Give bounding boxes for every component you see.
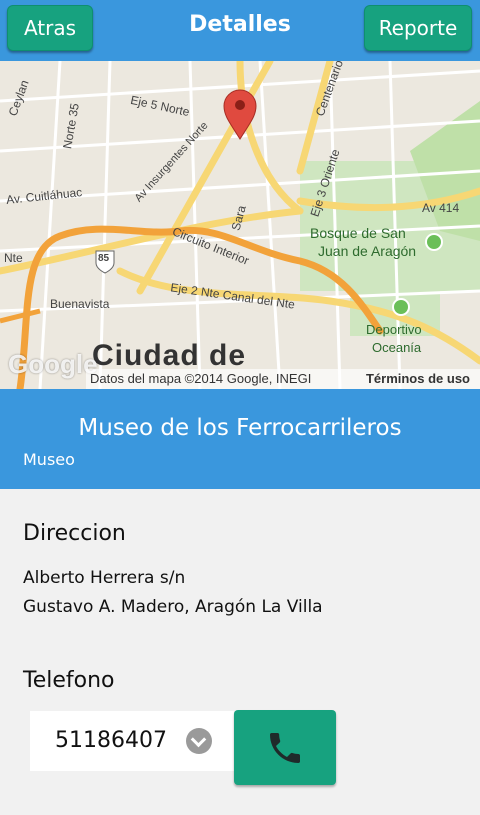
address-line-2: Gustavo A. Madero, Aragón La Villa xyxy=(23,597,323,617)
top-bar: Atras Detalles Reporte xyxy=(0,0,480,61)
phone-number: 51186407 xyxy=(55,728,167,753)
map-label: Av 414 xyxy=(422,201,460,215)
call-button[interactable] xyxy=(234,710,336,785)
phone-selector[interactable]: 51186407 xyxy=(30,711,234,771)
map-label: Oceanía xyxy=(372,340,422,355)
map-attribution: Datos del mapa ©2014 Google, INEGI xyxy=(90,371,312,386)
page-title: Detalles xyxy=(189,12,291,37)
map-label: Deportivo xyxy=(366,322,422,337)
google-logo: Google xyxy=(8,349,98,379)
place-type: Museo xyxy=(23,450,75,469)
park-marker-icon xyxy=(392,298,410,316)
address-line-1: Alberto Herrera s/n xyxy=(23,568,186,588)
route-number: 85 xyxy=(98,253,110,264)
terms-link[interactable]: Términos de uso xyxy=(366,371,470,386)
place-name: Museo de los Ferrocarrileros xyxy=(78,415,402,441)
phone-title: Telefono xyxy=(23,668,115,693)
map-label: Nte xyxy=(4,251,23,265)
map-label: Buenavista xyxy=(50,297,110,311)
map-label: Juan de Aragón xyxy=(318,243,417,259)
chevron-down-icon[interactable] xyxy=(186,728,212,754)
address-title: Direccion xyxy=(23,521,126,546)
map-city-label: Ciudad de xyxy=(92,339,247,372)
map-attribution-bar: Datos del mapa ©2014 Google, INEGI Térmi… xyxy=(86,369,480,389)
park-marker-icon xyxy=(425,233,443,251)
map-view[interactable]: Eje 5 Norte Av Insurgentes Norte Av. Cui… xyxy=(0,61,480,389)
report-button[interactable]: Reporte xyxy=(364,5,472,51)
map-label: Bosque de San xyxy=(310,225,406,241)
place-banner: Museo de los Ferrocarrileros Museo xyxy=(0,389,480,489)
back-button[interactable]: Atras xyxy=(7,5,93,51)
phone-icon xyxy=(270,732,300,763)
